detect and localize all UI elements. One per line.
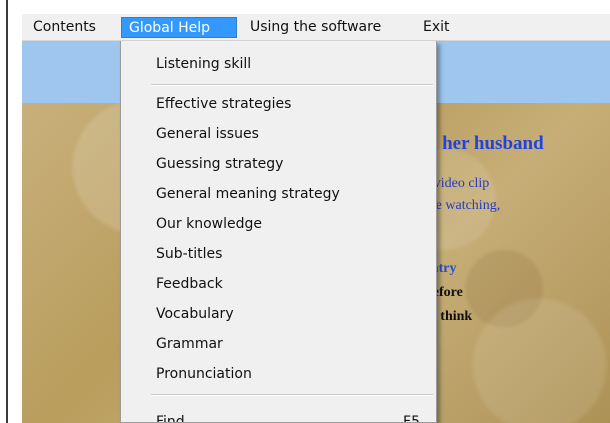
global-help-dropdown: Listening skill Effective strategies Gen… [120,41,437,423]
menu-item-feedback[interactable]: Feedback [121,273,436,295]
menu-item-label: Effective strategies [156,96,292,112]
menu-item-vocabulary[interactable]: Vocabulary [121,303,436,325]
menu-item-label: Guessing strategy [156,156,284,172]
menu-item-find[interactable]: Find... F5 [121,411,436,423]
menu-item-pronunciation[interactable]: Pronunciation [121,363,436,385]
application-window: Contents Global Help Using the software … [0,0,610,423]
menu-exit[interactable]: Exit [416,17,464,38]
left-frame [0,0,22,423]
menu-shortcut-f5: F5 [403,414,420,423]
menu-item-listening-skill[interactable]: Listening skill [121,53,436,75]
menu-item-sub-titles[interactable]: Sub-titles [121,243,436,265]
menu-using-the-software[interactable]: Using the software [243,17,415,38]
menu-item-general-issues[interactable]: General issues [121,123,436,145]
menu-separator-bottom [151,394,433,396]
menu-separator-top [151,84,433,86]
menu-item-label: Find... [156,414,199,423]
menu-item-effective-strategies[interactable]: Effective strategies [121,93,436,115]
menu-item-grammar[interactable]: Grammar [121,333,436,355]
menu-bar: Contents Global Help Using the software … [22,14,610,41]
menu-item-our-knowledge[interactable]: Our knowledge [121,213,436,235]
menu-contents[interactable]: Contents [26,17,121,38]
menu-item-label: Sub-titles [156,246,223,262]
menu-item-label: Grammar [156,336,223,352]
left-frame-line [6,0,8,423]
menu-item-general-meaning-strategy[interactable]: General meaning strategy [121,183,436,205]
menu-item-label: Feedback [156,276,223,292]
menu-item-label: Our knowledge [156,216,262,232]
menu-item-guessing-strategy[interactable]: Guessing strategy [121,153,436,175]
menu-item-label: Pronunciation [156,366,252,382]
menu-item-label: General meaning strategy [156,186,340,202]
menu-item-label: General issues [156,126,259,142]
menu-item-label: Listening skill [156,56,252,72]
menu-global-help[interactable]: Global Help [121,17,237,38]
menu-item-label: Vocabulary [156,306,234,322]
